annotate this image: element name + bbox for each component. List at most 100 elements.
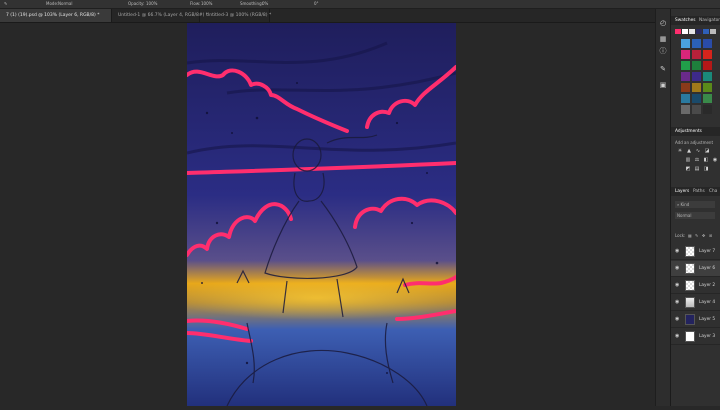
swatch[interactable] <box>681 72 690 81</box>
history-icon[interactable]: ◴ <box>659 19 667 27</box>
tab-label: Untitled-1 @ 66.7% (Layer 4, RGB/8#) * <box>118 13 209 18</box>
swatch[interactable] <box>692 61 701 70</box>
swatch[interactable] <box>681 61 690 70</box>
adjustments-panel-header: Adjustments <box>671 127 720 136</box>
tab-paths[interactable]: Paths <box>693 187 705 196</box>
black-white-icon[interactable]: ◧ <box>703 157 709 163</box>
eye-icon[interactable]: ◉ <box>675 317 681 322</box>
opacity-label: Opacity: <box>128 1 145 6</box>
swatch[interactable] <box>692 39 701 48</box>
lock-artboard-icon[interactable]: ⊞ <box>709 233 712 238</box>
blend-mode-dropdown[interactable]: Normal <box>675 212 715 219</box>
eye-icon[interactable]: ◉ <box>675 300 681 305</box>
layer-thumbnail <box>685 263 695 274</box>
layer-row[interactable]: ◉ Layer 3 <box>671 329 720 345</box>
tab-swatches[interactable]: Swatches <box>675 16 696 25</box>
eye-icon[interactable]: ◉ <box>675 249 681 254</box>
layer-row[interactable]: ◉ Layer 2 <box>671 278 720 294</box>
mode-dropdown[interactable]: Normal <box>58 1 72 6</box>
swatch[interactable] <box>682 29 688 34</box>
tab-document-2[interactable]: Untitled-1 @ 66.7% (Layer 4, RGB/8#) * <box>112 9 208 22</box>
lock-label: Lock: <box>675 233 686 238</box>
tab-label: 7 (1) (19).psd @ 103% (Layer 6, RGB/8) * <box>6 13 100 18</box>
swatches-collapse-icon[interactable]: ▦ <box>659 35 667 43</box>
tab-adjustments[interactable]: Adjustments <box>675 127 702 136</box>
swatch[interactable] <box>681 39 690 48</box>
add-adjustment-label: Add an adjustment <box>675 140 714 145</box>
swatch[interactable] <box>703 39 712 48</box>
swatches-panel-header: Swatches Navigator <box>671 16 720 25</box>
adjust-icon[interactable]: ▣ <box>659 81 667 89</box>
invert-icon[interactable]: ◩ <box>685 166 691 172</box>
curves-icon[interactable]: ∿ <box>695 148 701 154</box>
layer-thumbnail <box>685 331 695 342</box>
layer-row[interactable]: ◉ Layer 7 <box>671 244 720 260</box>
lock-brush-icon[interactable]: ✎ <box>695 233 698 238</box>
layers-panel-header: Layers Paths Cha <box>671 187 720 196</box>
threshold-icon[interactable]: ◨ <box>703 166 709 172</box>
brush-tool-icon[interactable]: ✎ <box>4 1 7 6</box>
swatch[interactable] <box>703 29 709 34</box>
color-balance-icon[interactable]: ⚖ <box>694 157 700 163</box>
layer-name: Layer 3 <box>699 334 716 339</box>
swatch[interactable] <box>681 94 690 103</box>
layer-thumbnail <box>685 246 695 257</box>
layer-row[interactable]: ◉ Layer 4 <box>671 295 720 311</box>
tab-channels[interactable]: Cha <box>709 187 717 196</box>
photo-filter-icon[interactable]: ◉ <box>712 157 718 163</box>
filter-kind-label: Kind <box>680 202 690 207</box>
tab-document-3[interactable]: Untitled-3 @ 100% (RGB/8) * <box>200 9 272 22</box>
levels-icon[interactable]: ▲ <box>686 148 692 154</box>
tab-navigator[interactable]: Navigator <box>699 16 720 25</box>
swatch[interactable] <box>692 50 701 59</box>
swatch[interactable] <box>692 83 701 92</box>
layer-row[interactable]: ◉ Layer 5 <box>671 312 720 328</box>
swatch[interactable] <box>703 105 712 114</box>
swatch[interactable] <box>692 72 701 81</box>
layer-thumbnail <box>685 297 695 308</box>
brush-settings-icon[interactable]: ✎ <box>659 65 667 73</box>
layer-thumbnail <box>685 314 695 325</box>
eye-icon[interactable]: ◉ <box>675 334 681 339</box>
lock-position-icon[interactable]: ✥ <box>702 233 705 238</box>
tab-document-1[interactable]: 7 (1) (19).psd @ 103% (Layer 6, RGB/8) * <box>0 9 112 22</box>
swatch[interactable] <box>681 83 690 92</box>
swatch[interactable] <box>681 50 690 59</box>
smoothing-label: Smoothing: <box>240 1 263 6</box>
swatch[interactable] <box>675 29 681 34</box>
swatch[interactable] <box>703 94 712 103</box>
swatch[interactable] <box>703 61 712 70</box>
brightness-icon[interactable]: ☀ <box>677 148 683 154</box>
artwork <box>167 23 467 407</box>
flow-field[interactable]: 100% <box>201 1 212 6</box>
document-canvas[interactable] <box>167 23 467 407</box>
swatch[interactable] <box>703 50 712 59</box>
exposure-icon[interactable]: ◪ <box>704 148 710 154</box>
right-toolbar: ◴ ▦ ⓘ ✎ ▣ <box>655 9 670 406</box>
angle-field[interactable]: 0° <box>314 1 319 6</box>
tab-layers[interactable]: Layers <box>675 187 689 196</box>
posterize-icon[interactable]: ▤ <box>694 166 700 172</box>
lock-pixels-icon[interactable]: ▦ <box>688 233 692 238</box>
layer-filter-dropdown[interactable]: ⌕ Kind <box>675 201 715 208</box>
document-tabs: 7 (1) (19).psd @ 103% (Layer 6, RGB/8) *… <box>0 9 660 23</box>
swatch[interactable] <box>692 94 701 103</box>
swatch[interactable] <box>692 105 701 114</box>
layer-name: Layer 4 <box>699 300 716 305</box>
hue-saturation-icon[interactable]: ▥ <box>685 157 691 163</box>
tab-label: Untitled-3 @ 100% (RGB/8) * <box>206 13 272 18</box>
layer-name: Layer 5 <box>699 317 716 322</box>
eye-icon[interactable]: ◉ <box>675 283 681 288</box>
eye-icon[interactable]: ◉ <box>675 266 681 271</box>
layer-row[interactable]: ◉ Layer 6 <box>671 261 720 277</box>
swatch[interactable] <box>689 29 695 34</box>
swatch[interactable] <box>696 29 702 34</box>
smoothing-field[interactable]: 0% <box>262 1 268 6</box>
flow-label: Flow: <box>190 1 201 6</box>
swatch[interactable] <box>710 29 716 34</box>
info-icon[interactable]: ⓘ <box>659 47 667 55</box>
swatch[interactable] <box>703 72 712 81</box>
opacity-field[interactable]: 100% <box>146 1 157 6</box>
swatch[interactable] <box>703 83 712 92</box>
swatch[interactable] <box>681 105 690 114</box>
